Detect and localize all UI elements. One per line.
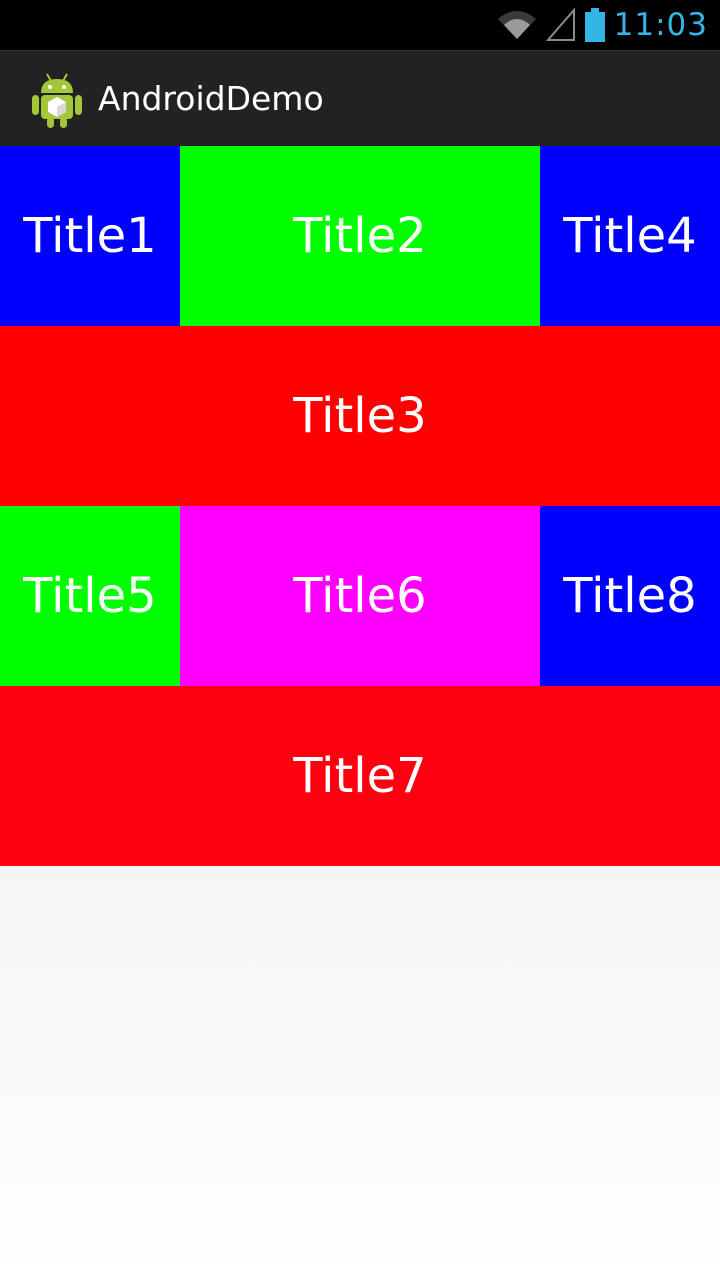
tile-title5[interactable]: Title5 <box>0 506 180 686</box>
tile-title6[interactable]: Title6 <box>180 506 540 686</box>
wifi-icon <box>497 11 536 39</box>
app-title: AndroidDemo <box>98 79 324 118</box>
tile-title8[interactable]: Title8 <box>540 506 720 686</box>
status-bar: 11:03 <box>0 0 720 50</box>
status-time: 11:03 <box>613 7 708 43</box>
action-bar: AndroidDemo <box>0 50 720 146</box>
battery-icon <box>584 8 605 42</box>
tile-title2[interactable]: Title2 <box>180 146 540 326</box>
tile-title1[interactable]: Title1 <box>0 146 180 326</box>
tile-title4[interactable]: Title4 <box>540 146 720 326</box>
android-robot-icon[interactable] <box>30 71 84 129</box>
signal-icon <box>545 8 575 41</box>
tile-title7[interactable]: Title7 <box>0 686 720 866</box>
tile-title3[interactable]: Title3 <box>0 326 720 506</box>
